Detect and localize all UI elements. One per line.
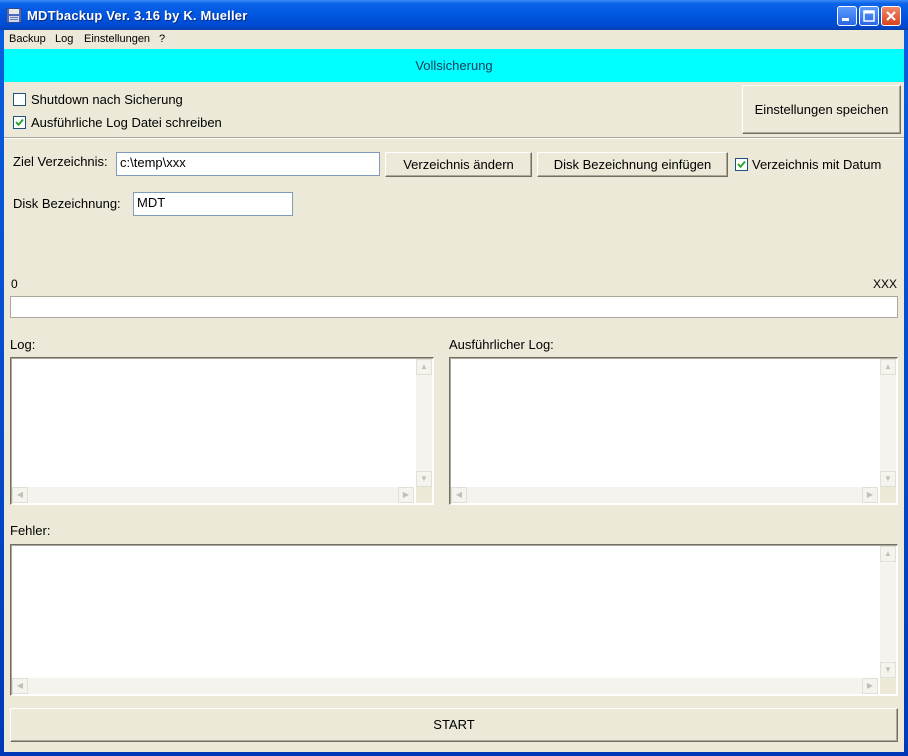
scroll-up-icon[interactable]: ▲ [416, 359, 432, 375]
scroll-down-icon[interactable]: ▼ [880, 471, 896, 487]
disk-label-label: Disk Bezeichnung: [13, 196, 121, 211]
insert-disk-label-button[interactable]: Disk Bezeichnung einfügen [537, 152, 728, 177]
start-button[interactable]: START [10, 708, 898, 742]
progress-min-label: 0 [11, 277, 18, 291]
mode-banner: Vollsicherung [4, 49, 904, 82]
floppy-disk-icon[interactable] [5, 7, 23, 24]
progress-max-label: XXX [873, 277, 898, 291]
minimize-button[interactable] [837, 6, 857, 26]
menu-backup[interactable]: Backup [9, 33, 46, 45]
checkmark-icon [737, 160, 746, 169]
vertical-scrollbar[interactable]: ▲ ▼ [416, 359, 432, 487]
scroll-down-icon[interactable]: ▼ [880, 662, 896, 678]
menu-einstellungen[interactable]: Einstellungen [84, 33, 150, 45]
mode-banner-text: Vollsicherung [415, 58, 493, 73]
scroll-right-icon[interactable]: ▶ [862, 678, 878, 694]
verbose-log-panel-label: Ausführlicher Log: [449, 337, 554, 352]
maximize-icon [863, 10, 875, 22]
scroll-left-icon[interactable]: ◀ [12, 487, 28, 503]
verbose-log-textarea[interactable]: ▲ ▼ ◀ ▶ [449, 357, 898, 505]
log-textarea[interactable]: ▲ ▼ ◀ ▶ [10, 357, 434, 505]
verbose-log-checkbox[interactable] [13, 116, 26, 129]
save-settings-button[interactable]: Einstellungen speichen [742, 85, 901, 134]
scroll-corner [416, 487, 432, 503]
progress-bar [10, 296, 898, 318]
close-button[interactable] [881, 6, 901, 26]
log-label: Log: [10, 337, 36, 352]
scroll-left-icon[interactable]: ◀ [451, 487, 467, 503]
scroll-right-icon[interactable]: ▶ [398, 487, 414, 503]
horizontal-scrollbar[interactable]: ◀ ▶ [12, 678, 878, 694]
application-window: MDTbackup Ver. 3.16 by K. Mueller Backup… [0, 0, 908, 756]
dir-with-date-label: Verzeichnis mit Datum [752, 157, 882, 172]
menu-help[interactable]: ? [159, 33, 165, 45]
vertical-scrollbar[interactable]: ▲ ▼ [880, 359, 896, 487]
maximize-button[interactable] [859, 6, 879, 26]
target-dir-label: Ziel Verzeichnis: [13, 154, 108, 169]
minimize-icon [842, 18, 849, 21]
close-icon [886, 11, 896, 21]
window-title: MDTbackup Ver. 3.16 by K. Mueller [27, 8, 248, 23]
scroll-right-icon[interactable]: ▶ [862, 487, 878, 503]
horizontal-scrollbar[interactable]: ◀ ▶ [451, 487, 878, 503]
client-area: Backup Log Einstellungen ? Vollsicherung… [4, 30, 904, 752]
errors-label: Fehler: [10, 523, 51, 538]
title-bar[interactable]: MDTbackup Ver. 3.16 by K. Mueller [0, 0, 908, 30]
scroll-corner [880, 487, 896, 503]
scroll-corner [880, 678, 896, 694]
scroll-down-icon[interactable]: ▼ [416, 471, 432, 487]
shutdown-label: Shutdown nach Sicherung [31, 92, 183, 107]
horizontal-scrollbar[interactable]: ◀ ▶ [12, 487, 414, 503]
menu-log[interactable]: Log [55, 33, 73, 45]
disk-label-input[interactable]: MDT [133, 192, 293, 216]
errors-textarea[interactable]: ▲ ▼ ◀ ▶ [10, 544, 898, 696]
dir-with-date-checkbox[interactable] [735, 158, 748, 171]
scroll-up-icon[interactable]: ▲ [880, 359, 896, 375]
vertical-scrollbar[interactable]: ▲ ▼ [880, 546, 896, 678]
shutdown-checkbox[interactable] [13, 93, 26, 106]
target-dir-input[interactable]: c:\temp\xxx [116, 152, 380, 176]
menu-bar: Backup Log Einstellungen ? [4, 30, 904, 49]
scroll-left-icon[interactable]: ◀ [12, 678, 28, 694]
scroll-up-icon[interactable]: ▲ [880, 546, 896, 562]
separator [4, 137, 904, 139]
checkmark-icon [15, 118, 24, 127]
verbose-log-label: Ausführliche Log Datei schreiben [31, 115, 222, 130]
change-dir-button[interactable]: Verzeichnis ändern [385, 152, 532, 177]
